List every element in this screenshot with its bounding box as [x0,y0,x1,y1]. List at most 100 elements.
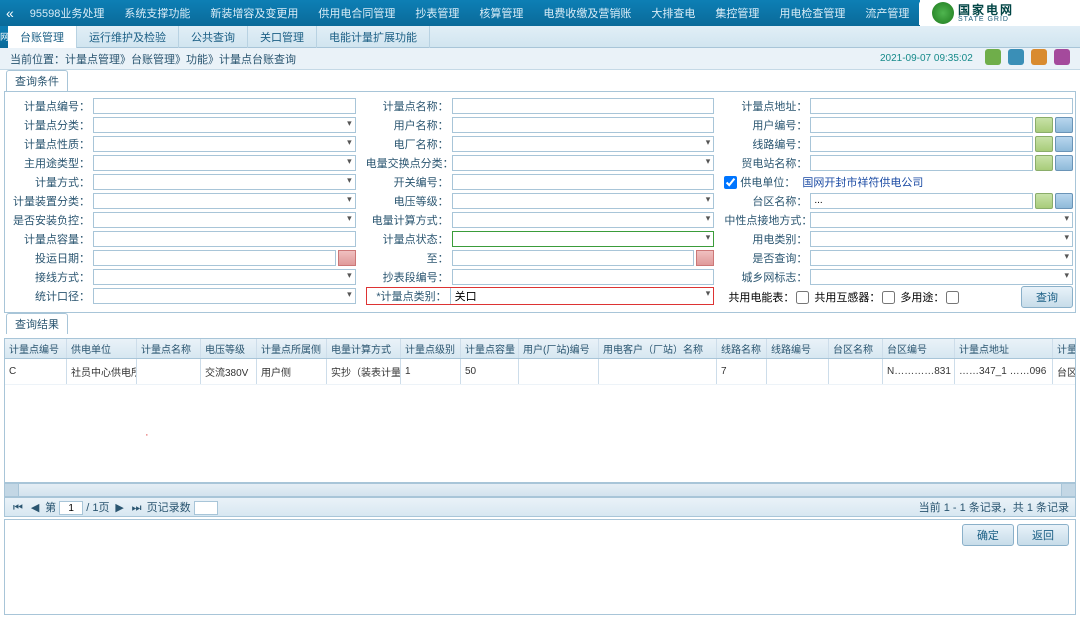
inp-trade-station[interactable] [810,155,1033,171]
chk-supply-unit[interactable] [724,176,737,189]
sel-volt-level[interactable] [452,193,715,209]
date-picker-icon[interactable] [696,250,714,266]
col-header[interactable]: 台区名称 [829,339,883,358]
sel-stat-scope[interactable] [93,288,356,304]
lookup-icon[interactable] [1035,136,1053,152]
lookup-icon[interactable] [1035,193,1053,209]
inp-user-name[interactable] [452,117,715,133]
col-header[interactable]: 计量点类别 [1053,339,1076,358]
pager-size-input[interactable] [194,501,218,515]
sel-meter-mode[interactable] [93,174,356,190]
clear-icon[interactable] [1055,136,1073,152]
lookup-icon[interactable] [1035,117,1053,133]
inp-mp-number[interactable] [93,98,356,114]
scroll-right-icon[interactable] [1061,484,1075,496]
col-header[interactable]: 用电客户（厂站）名称 [599,339,717,358]
chk-shared-ct[interactable] [882,291,895,304]
pager-page-input[interactable] [59,501,83,515]
left-gutter: 网 [0,26,8,48]
sub-tab[interactable]: 电能计量扩展功能 [317,26,430,48]
sel-calc-mode[interactable] [452,212,715,228]
clear-icon[interactable] [1055,155,1073,171]
back-button[interactable]: 返回 [1017,524,1069,546]
sel-main-use[interactable] [93,155,356,171]
inp-switch-no[interactable] [452,174,715,190]
lbl-switch-no: 开关编号： [366,174,452,190]
col-header[interactable]: 计量点级别 [401,339,461,358]
export-icon[interactable] [1008,49,1024,65]
sel-plant-name[interactable] [452,136,715,152]
inp-to-date[interactable] [452,250,695,266]
inp-mp-name[interactable] [452,98,715,114]
sel-loadctrl[interactable] [93,212,356,228]
col-header[interactable]: 电压等级 [201,339,257,358]
col-header[interactable]: 计量点容量 [461,339,519,358]
top-menu-item[interactable]: 95598业务处理 [20,1,115,25]
sel-wiring[interactable] [93,269,356,285]
chk-shared-meter[interactable] [796,291,809,304]
nav-prev-icon[interactable]: « [0,5,20,21]
top-menu-item[interactable]: 核算管理 [469,1,533,25]
pager-next-icon[interactable]: ▶ [113,501,127,514]
col-header[interactable]: 线路名称 [717,339,767,358]
top-menu-item[interactable]: 新装增容及变更用 [200,1,308,25]
inp-mp-addr[interactable] [810,98,1073,114]
scroll-left-icon[interactable] [5,484,19,496]
sel-urban-flag[interactable] [810,269,1073,285]
query-button[interactable]: 查询 [1021,286,1073,308]
top-menu-item[interactable]: 系统支撑功能 [114,1,200,25]
sel-device-cat[interactable] [93,193,356,209]
pager-first-icon[interactable]: ⏮ [11,502,25,515]
lookup-icon[interactable] [1035,155,1053,171]
refresh-icon[interactable] [1031,49,1047,65]
sel-do-query[interactable] [810,250,1073,266]
sub-tab[interactable]: 公共查询 [179,26,248,48]
top-menu-item[interactable]: 大排查电 [641,1,705,25]
inp-section-no[interactable] [452,269,715,285]
table-row[interactable]: C社员中心供电所交流380V用户侧实抄（装表计量）1507N…………831……3… [5,359,1075,385]
date-picker-icon[interactable] [338,250,356,266]
col-header[interactable]: 计量点名称 [137,339,201,358]
ok-button[interactable]: 确定 [962,524,1014,546]
col-header[interactable]: 用户(厂站)编号 [519,339,599,358]
col-header[interactable]: 计量点地址 [955,339,1053,358]
sel-elec-type[interactable] [810,231,1073,247]
col-header[interactable]: 供电单位 [67,339,137,358]
clear-icon[interactable] [1055,117,1073,133]
sel-mp-status[interactable] [452,231,715,247]
col-header[interactable]: 台区编号 [883,339,955,358]
inp-user-no[interactable] [810,117,1033,133]
h-scrollbar[interactable] [4,483,1076,497]
col-header[interactable]: 计量点编号 [5,339,67,358]
pager-last-icon[interactable]: ⏭ [130,502,144,515]
top-menu-item[interactable]: 供用电合同管理 [308,1,405,25]
inp-rundate[interactable] [93,250,336,266]
cell [137,359,201,384]
inp-capacity[interactable] [93,231,356,247]
sub-tab-active[interactable]: 台账管理 [8,25,77,48]
top-menu-item[interactable]: 用电检查管理 [769,1,855,25]
pager-prev-icon[interactable]: ◀ [28,501,42,514]
sel-neutral[interactable] [810,212,1073,228]
top-menu-item[interactable]: 流产管理 [855,1,919,25]
sel-mp-nature[interactable] [93,136,356,152]
sub-tab[interactable]: 关口管理 [248,26,317,48]
top-menu-item[interactable]: 抄表管理 [405,1,469,25]
col-header[interactable]: 计量点所属侧 [257,339,327,358]
clear-icon[interactable] [1055,193,1073,209]
col-header[interactable]: 电量计算方式 [327,339,401,358]
top-menu-item[interactable]: 集控管理 [705,1,769,25]
inp-zone-name[interactable]: ... [810,193,1033,209]
settings-icon[interactable] [1054,49,1070,65]
cell: 实抄（装表计量） [327,359,401,384]
sel-mp-class[interactable]: 关口 [450,288,714,304]
sel-exchange-cat[interactable] [452,155,715,171]
col-header[interactable]: 线路编号 [767,339,829,358]
print-icon[interactable] [985,49,1001,65]
inp-line-no[interactable] [810,136,1033,152]
top-menu-item[interactable]: 电费收缴及营销账 [533,1,641,25]
results-body[interactable]: C社员中心供电所交流380V用户侧实抄（装表计量）1507N…………831……3… [4,358,1076,483]
sub-tab[interactable]: 运行维护及检验 [77,26,179,48]
chk-multi-use[interactable] [946,291,959,304]
sel-mp-cat[interactable] [93,117,356,133]
